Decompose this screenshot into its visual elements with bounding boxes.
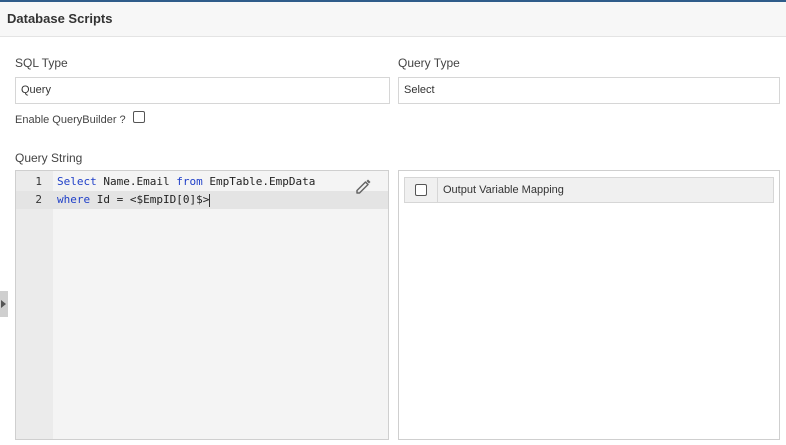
text-cursor bbox=[209, 193, 211, 207]
page-title: Database Scripts bbox=[7, 11, 113, 26]
pencil-icon[interactable] bbox=[354, 177, 372, 195]
query-string-label: Query String bbox=[15, 151, 83, 165]
query-editor[interactable]: 1 Select Name.Email from EmpTable.EmpData… bbox=[15, 170, 389, 440]
code-text[interactable]: where Id = <$EmpID[0]$> bbox=[57, 191, 211, 209]
panel-header: Database Scripts bbox=[0, 2, 786, 37]
code-line[interactable]: 1 Select Name.Email from EmpTable.EmpData bbox=[16, 173, 388, 191]
caret-right-icon bbox=[1, 300, 6, 308]
output-variable-mapping-header: Output Variable Mapping bbox=[443, 184, 564, 196]
sql-keyword: Select bbox=[57, 175, 97, 188]
code-token: EmpTable.EmpData bbox=[202, 175, 316, 188]
query-type-label: Query Type bbox=[398, 56, 460, 70]
enable-querybuilder-label: Enable QueryBuilder ? bbox=[15, 114, 126, 126]
code-token: Id = <$EmpID[0]$> bbox=[90, 193, 210, 206]
select-all-cell bbox=[405, 178, 438, 202]
code-text[interactable]: Select Name.Email from EmpTable.EmpData bbox=[57, 173, 315, 191]
sql-type-label: SQL Type bbox=[15, 56, 68, 70]
code-line[interactable]: 2 where Id = <$EmpID[0]$> bbox=[16, 191, 388, 209]
select-all-checkbox[interactable] bbox=[415, 184, 427, 196]
mapping-table-header: Output Variable Mapping bbox=[404, 177, 774, 203]
output-mapping-panel: Output Variable Mapping bbox=[398, 170, 780, 440]
sql-keyword: from bbox=[176, 175, 203, 188]
enable-querybuilder-checkbox[interactable] bbox=[133, 111, 145, 123]
query-type-field[interactable]: Select bbox=[398, 77, 780, 104]
line-number-gutter bbox=[16, 171, 53, 439]
sql-keyword: where bbox=[57, 193, 91, 206]
line-number: 2 bbox=[35, 193, 42, 206]
code-token: Name.Email bbox=[96, 175, 177, 188]
line-number: 1 bbox=[35, 175, 42, 188]
sql-type-field[interactable]: Query bbox=[15, 77, 390, 104]
side-panel-toggle[interactable] bbox=[0, 291, 8, 317]
